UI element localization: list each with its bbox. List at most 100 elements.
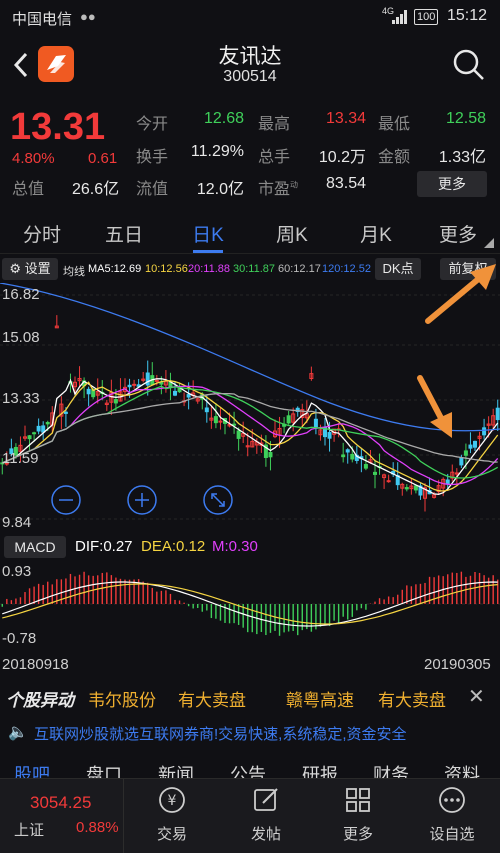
tab-guba[interactable]: 股吧 bbox=[14, 761, 50, 778]
ma5-value: MA5:12.69 bbox=[88, 263, 142, 275]
y-label-bottom: 9.84 bbox=[2, 514, 32, 531]
annotation-arrow-icon-2 bbox=[417, 375, 452, 438]
dk-point-button[interactable]: DK点 bbox=[375, 258, 421, 280]
carrier-label: 中国电信 bbox=[12, 11, 73, 28]
high-value: 13.34 bbox=[325, 110, 366, 127]
alert-stock-2[interactable]: 赣粤高速 bbox=[286, 686, 354, 711]
tab-more[interactable]: 更多 bbox=[428, 220, 488, 247]
app-logo-icon bbox=[38, 46, 74, 82]
zoom-out-icon[interactable] bbox=[50, 484, 82, 516]
tab-weekly-k[interactable]: 周K bbox=[262, 220, 322, 247]
more-triangle-icon bbox=[484, 238, 494, 248]
low-value: 12.58 bbox=[445, 110, 486, 127]
macd-y-top: 0.93 bbox=[2, 563, 32, 580]
trade-icon: ¥ bbox=[159, 787, 185, 813]
open-value: 12.68 bbox=[203, 110, 244, 127]
y-label-top: 16.82 bbox=[2, 286, 40, 303]
candle-body bbox=[186, 394, 191, 398]
candle-body bbox=[363, 464, 368, 469]
candle-body bbox=[36, 425, 41, 432]
tab-pankou[interactable]: 盘口 bbox=[86, 761, 122, 778]
dea-line bbox=[2, 583, 498, 625]
tab-intraday[interactable]: 分时 bbox=[12, 220, 72, 247]
candle-body bbox=[132, 383, 137, 386]
tab-profile[interactable]: 资料 bbox=[444, 761, 480, 778]
annotation-arrow-icon bbox=[425, 264, 496, 324]
promo-banner[interactable]: 🔈 互联网炒股就选互联网券商!交易快速,系统稳定,资金安全 bbox=[0, 716, 500, 748]
candle-body bbox=[463, 450, 468, 456]
candle-body bbox=[159, 381, 164, 385]
trade-button[interactable]: ¥ 交易 bbox=[132, 785, 212, 844]
more-quote-button[interactable]: 更多 bbox=[417, 171, 487, 197]
tab-research[interactable]: 研报 bbox=[302, 761, 338, 778]
candle-body bbox=[27, 435, 32, 440]
y-label-2: 15.08 bbox=[2, 329, 40, 346]
candle-body bbox=[145, 372, 150, 386]
candle-body bbox=[373, 471, 377, 475]
tab-news[interactable]: 新闻 bbox=[158, 761, 194, 778]
alert-tag: 个股异动 bbox=[6, 691, 74, 710]
stock-detail-screen: 中国电信 ●● 4G 100 15:12 友讯达 300514 13.31 4.… bbox=[0, 0, 500, 853]
pe-label: 市盈动 bbox=[258, 180, 299, 198]
amount-label: 金额 bbox=[378, 149, 411, 166]
tab-announcements[interactable]: 公告 bbox=[230, 761, 266, 778]
candle-body bbox=[286, 415, 291, 424]
zoom-in-icon[interactable] bbox=[126, 484, 158, 516]
candle-body bbox=[268, 452, 273, 458]
ma20-value: 20:11.88 bbox=[188, 263, 231, 275]
turnover-value: 11.29% bbox=[190, 143, 244, 160]
amount-value: 1.33亿 bbox=[438, 149, 486, 166]
info-tabs: 股吧 盘口 新闻 公告 研报 财务 资料 bbox=[0, 756, 500, 778]
float-value: 12.0亿 bbox=[196, 181, 244, 198]
candle-body bbox=[63, 411, 68, 414]
index-widget[interactable]: 3054.25 上证 0.88% bbox=[0, 779, 124, 853]
candle-body bbox=[204, 407, 209, 413]
macd-dif: DIF:0.27 bbox=[75, 538, 133, 555]
macd-dea: DEA:0.12 bbox=[141, 538, 206, 555]
candle-body bbox=[495, 407, 500, 421]
candle-body bbox=[86, 388, 91, 395]
add-watchlist-button[interactable]: 设自选 bbox=[412, 785, 492, 844]
bottom-toolbar: 3054.25 上证 0.88% ¥ 交易 发帖 更多 设自选 bbox=[0, 778, 500, 853]
settings-button[interactable]: ⚙ 设置 bbox=[2, 258, 58, 280]
candle-body bbox=[127, 384, 132, 388]
candle-body bbox=[327, 432, 332, 439]
close-icon[interactable]: ✕ bbox=[468, 684, 485, 709]
search-icon[interactable] bbox=[452, 48, 486, 82]
open-label: 今开 bbox=[136, 116, 169, 133]
y-label-4: 11.59 bbox=[2, 450, 39, 467]
tab-five-day[interactable]: 五日 bbox=[94, 220, 154, 247]
candle-body bbox=[345, 449, 350, 453]
back-icon[interactable] bbox=[10, 50, 32, 80]
candle-body bbox=[218, 420, 223, 423]
float-value-label: 流值 bbox=[136, 181, 169, 198]
fullscreen-icon[interactable] bbox=[202, 484, 234, 516]
tab-finance[interactable]: 财务 bbox=[373, 761, 409, 778]
wechat-icon: ●● bbox=[80, 9, 96, 24]
total-value-label: 总值 bbox=[12, 181, 45, 198]
alert-text-1: 有大卖盘 bbox=[178, 691, 246, 710]
alert-stock-1[interactable]: 韦尔股份 bbox=[88, 686, 156, 711]
battery-icon: 100 bbox=[414, 9, 439, 25]
stock-alert-ticker[interactable]: 个股异动 韦尔股份 有大卖盘 赣粤高速 有大卖盘 ✕ bbox=[0, 680, 500, 716]
tab-monthly-k[interactable]: 月K bbox=[346, 220, 406, 247]
candle-body bbox=[404, 487, 409, 490]
candle-body bbox=[213, 416, 218, 424]
candle-body bbox=[459, 457, 464, 466]
period-tabs: 分时 五日 日K 周K 月K 更多 bbox=[0, 212, 500, 254]
quote-panel: 13.31 4.80% 0.61 总值 26.6亿 今开 12.68 最高 13… bbox=[0, 100, 500, 204]
macd-indicator-button[interactable]: MACD bbox=[4, 536, 66, 558]
active-tab-indicator bbox=[193, 250, 223, 253]
more-button[interactable]: 更多 bbox=[318, 785, 398, 844]
macd-y-bottom: -0.78 bbox=[2, 630, 37, 647]
macd-chart[interactable] bbox=[0, 560, 500, 652]
candle-body bbox=[482, 427, 487, 436]
candle-body bbox=[386, 480, 391, 483]
total-value: 26.6亿 bbox=[72, 181, 120, 198]
alert-text-2: 有大卖盘 bbox=[378, 691, 446, 710]
post-button[interactable]: 发帖 bbox=[226, 785, 306, 844]
gear-icon: ⚙ bbox=[9, 261, 21, 276]
status-bar: 中国电信 ●● 4G 100 15:12 bbox=[0, 0, 500, 34]
ma30-value: 30:11.87 bbox=[233, 263, 276, 275]
tab-daily-k[interactable]: 日K bbox=[178, 220, 238, 247]
